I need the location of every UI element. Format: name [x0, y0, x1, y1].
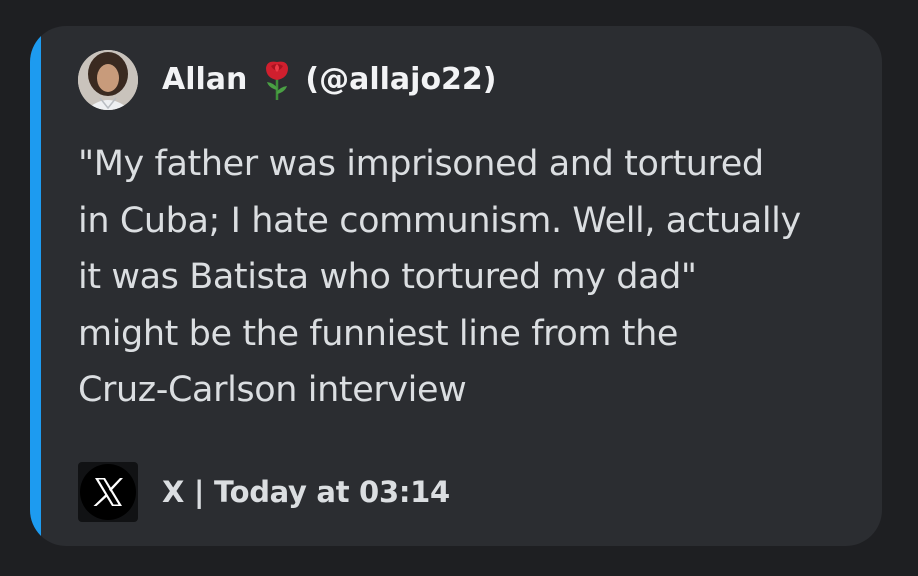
x-logo-icon [78, 462, 138, 522]
embed-accent-bar [30, 26, 41, 546]
rose-icon [261, 58, 293, 102]
embed-author: Allan (@allajo22) [78, 50, 497, 110]
embed-footer: X | Today at 03:14 [78, 462, 450, 522]
embed-description: "My father was imprisoned and tortured i… [78, 144, 801, 410]
author-avatar[interactable] [78, 50, 138, 110]
embed-footer-text: X | Today at 03:14 [162, 474, 450, 509]
author-name[interactable]: Allan [162, 65, 247, 95]
tweet-embed: Allan (@allajo22) "My father was impriso… [30, 26, 882, 546]
author-handle[interactable]: (@allajo22) [305, 65, 496, 95]
